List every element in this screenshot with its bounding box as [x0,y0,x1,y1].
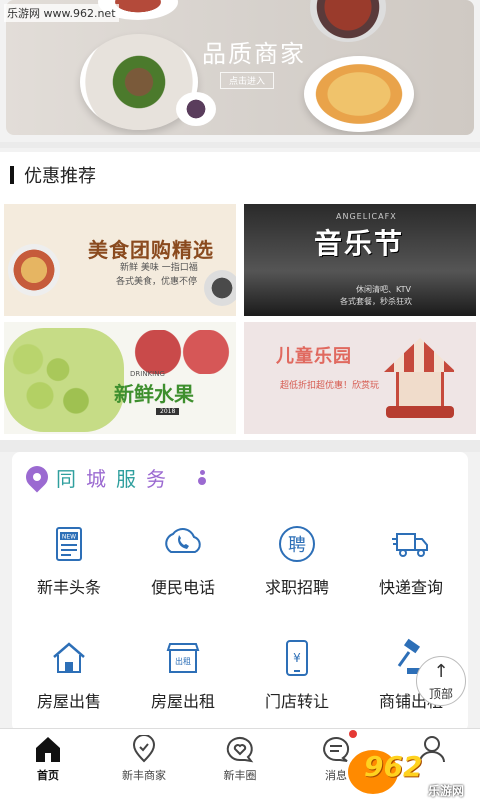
heart-chat-icon [226,737,254,763]
tab-merchants[interactable]: 新丰商家 [96,735,192,783]
service-house-sale[interactable]: 房屋出售 [12,638,126,712]
hero-enter-button[interactable]: 点击进入 [220,72,275,89]
tab-label: 首页 [37,769,59,782]
location-icon [132,735,156,763]
arrow-up-icon: ↑ [433,661,449,682]
watermark-logo: 962 乐游网 [348,746,478,798]
location-pin-icon [21,461,53,493]
back-to-top-button[interactable]: ↑ 顶部 [416,656,466,706]
promo-title: 美食团购精选 [88,238,214,262]
section-divider [0,440,480,452]
service-house-rent[interactable]: 出租 房屋出租 [126,638,240,712]
store-transfer-icon: ¥ [286,640,308,676]
svg-text:聘: 聘 [288,535,306,556]
back-to-top-label: 顶部 [428,687,453,701]
service-recruit[interactable]: 聘 求职招聘 [240,524,354,598]
service-label: 快递查询 [378,578,443,597]
promo-title: 儿童乐园 [276,346,352,367]
section-title: 优惠推荐 [24,166,96,187]
watermark-text: 乐游网 www.962.net [4,4,119,22]
food-plate-image [310,0,386,42]
services-title: 同城服务 [56,466,176,491]
food-plate-image [176,92,216,126]
message-icon [323,737,350,762]
decorative-dots-icon [198,470,208,485]
promo-card-kids[interactable]: 儿童乐园 超低折扣超优惠！欣赏玩 [244,322,476,434]
promo-subtitle: 休闲清吧、KTV [356,285,411,294]
service-store-transfer[interactable]: ¥ 门店转让 [240,638,354,712]
tab-label: 新丰圈 [223,769,257,782]
food-plate-image [304,56,414,132]
grapes-image [4,328,124,432]
promo-brand: DRINKING [130,370,165,378]
delivery-truck-icon [392,533,428,557]
tab-label: 新丰商家 [122,769,166,782]
promo-card-food[interactable]: 美食团购精选 新鲜 美味 一指口福 各式美食，优惠不停 [4,204,236,316]
promo-grid: 美食团购精选 新鲜 美味 一指口福 各式美食，优惠不停 ANGELICAFX 音… [0,196,480,440]
promo-tag: 2018 [156,408,180,415]
promo-subtitle: 新鲜 美味 一指口福 [120,263,198,273]
service-label: 便民电话 [150,578,215,597]
svg-text:NEW: NEW [62,534,76,541]
hero-title: 品质商家 [202,40,306,68]
promo-title: 新鲜水果 [114,382,194,406]
promo-subtitle: 各式套餐，秒杀狂欢 [340,297,412,306]
svg-text:¥: ¥ [293,651,301,665]
food-bowl-image [204,270,236,306]
promo-section-header: 优惠推荐 [0,152,480,196]
pomegranate-image [134,330,230,374]
city-services-panel: 同城服务 NEW 新丰头条 便民电话 聘 求职招聘 快递查询 房屋出售 出租 房… [12,452,468,732]
services-header: 同城服务 [21,461,176,493]
promo-title: 音乐节 [314,227,405,260]
tab-circle[interactable]: 新丰圈 [192,735,288,783]
promo-subtitle: 超低折扣超优惠！欣赏玩 [280,381,380,391]
carousel-image [380,338,460,422]
promo-card-music[interactable]: ANGELICAFX 音乐节 休闲清吧、KTV 各式套餐，秒杀狂欢 [244,204,476,316]
home-icon [36,737,60,762]
section-accent-bar [10,166,14,184]
phone-icon [165,528,201,553]
promo-subtitle: 各式美食，优惠不停 [116,277,198,287]
service-label: 房屋出售 [36,692,101,711]
service-label: 新丰头条 [36,578,101,597]
promo-card-fruit[interactable]: DRINKING 新鲜水果 2018 [4,322,236,434]
tab-home[interactable]: 首页 [0,735,96,783]
section-divider [0,142,480,148]
notification-dot [349,730,357,738]
news-icon: NEW [56,527,82,561]
svg-text:出租: 出租 [175,656,191,666]
rent-shop-icon: 出租 [166,643,200,673]
house-icon [53,642,85,673]
service-phone[interactable]: 便民电话 [126,524,240,598]
service-label: 门店转让 [264,692,329,711]
food-bowl-image [8,244,60,296]
service-news[interactable]: NEW 新丰头条 [12,524,126,598]
service-delivery[interactable]: 快递查询 [354,524,468,598]
recruit-icon: 聘 [279,526,315,562]
service-label: 求职招聘 [264,578,329,597]
promo-brand: ANGELICAFX [336,212,397,221]
service-label: 房屋出租 [150,692,215,711]
